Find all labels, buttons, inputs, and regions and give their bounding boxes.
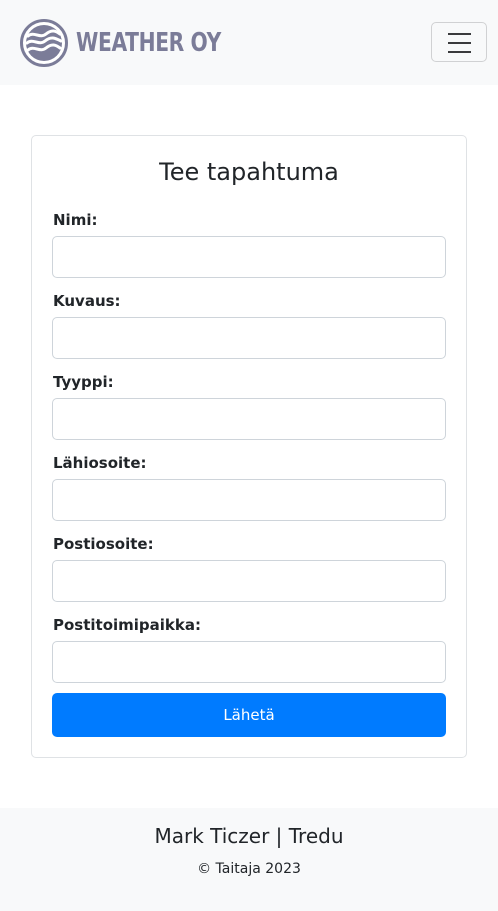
- footer: Mark Ticzer | Tredu © Taitaja 2023: [0, 808, 498, 911]
- postal-address-input[interactable]: [52, 560, 446, 602]
- postal-address-label: Postiosoite:: [53, 535, 154, 553]
- street-address-input[interactable]: [52, 479, 446, 521]
- type-input[interactable]: [52, 398, 446, 440]
- submit-button[interactable]: Lähetä: [52, 693, 446, 737]
- name-label: Nimi:: [53, 211, 98, 229]
- navbar-toggle-button[interactable]: [431, 22, 487, 62]
- post-office-label: Postitoimipaikka:: [53, 616, 202, 634]
- brand-name: WEATHER OY: [76, 28, 221, 58]
- footer-copyright: © Taitaja 2023: [197, 861, 301, 877]
- type-label: Tyyppi:: [53, 373, 114, 391]
- brand-link[interactable]: WEATHER OY: [20, 18, 262, 68]
- description-label: Kuvaus:: [53, 292, 121, 310]
- street-address-label: Lähiosoite:: [53, 454, 147, 472]
- description-input[interactable]: [52, 317, 446, 359]
- form-title: Tee tapahtuma: [159, 158, 339, 186]
- event-form-card: Tee tapahtuma Nimi: Kuvaus: Tyyppi: Lähi…: [31, 135, 467, 758]
- post-office-input[interactable]: [52, 641, 446, 683]
- navbar: WEATHER OY: [0, 0, 498, 85]
- name-input[interactable]: [52, 236, 446, 278]
- wave-logo-icon: [20, 19, 68, 67]
- hamburger-menu-icon: [448, 33, 471, 53]
- footer-author: Mark Ticzer | Tredu: [154, 824, 344, 848]
